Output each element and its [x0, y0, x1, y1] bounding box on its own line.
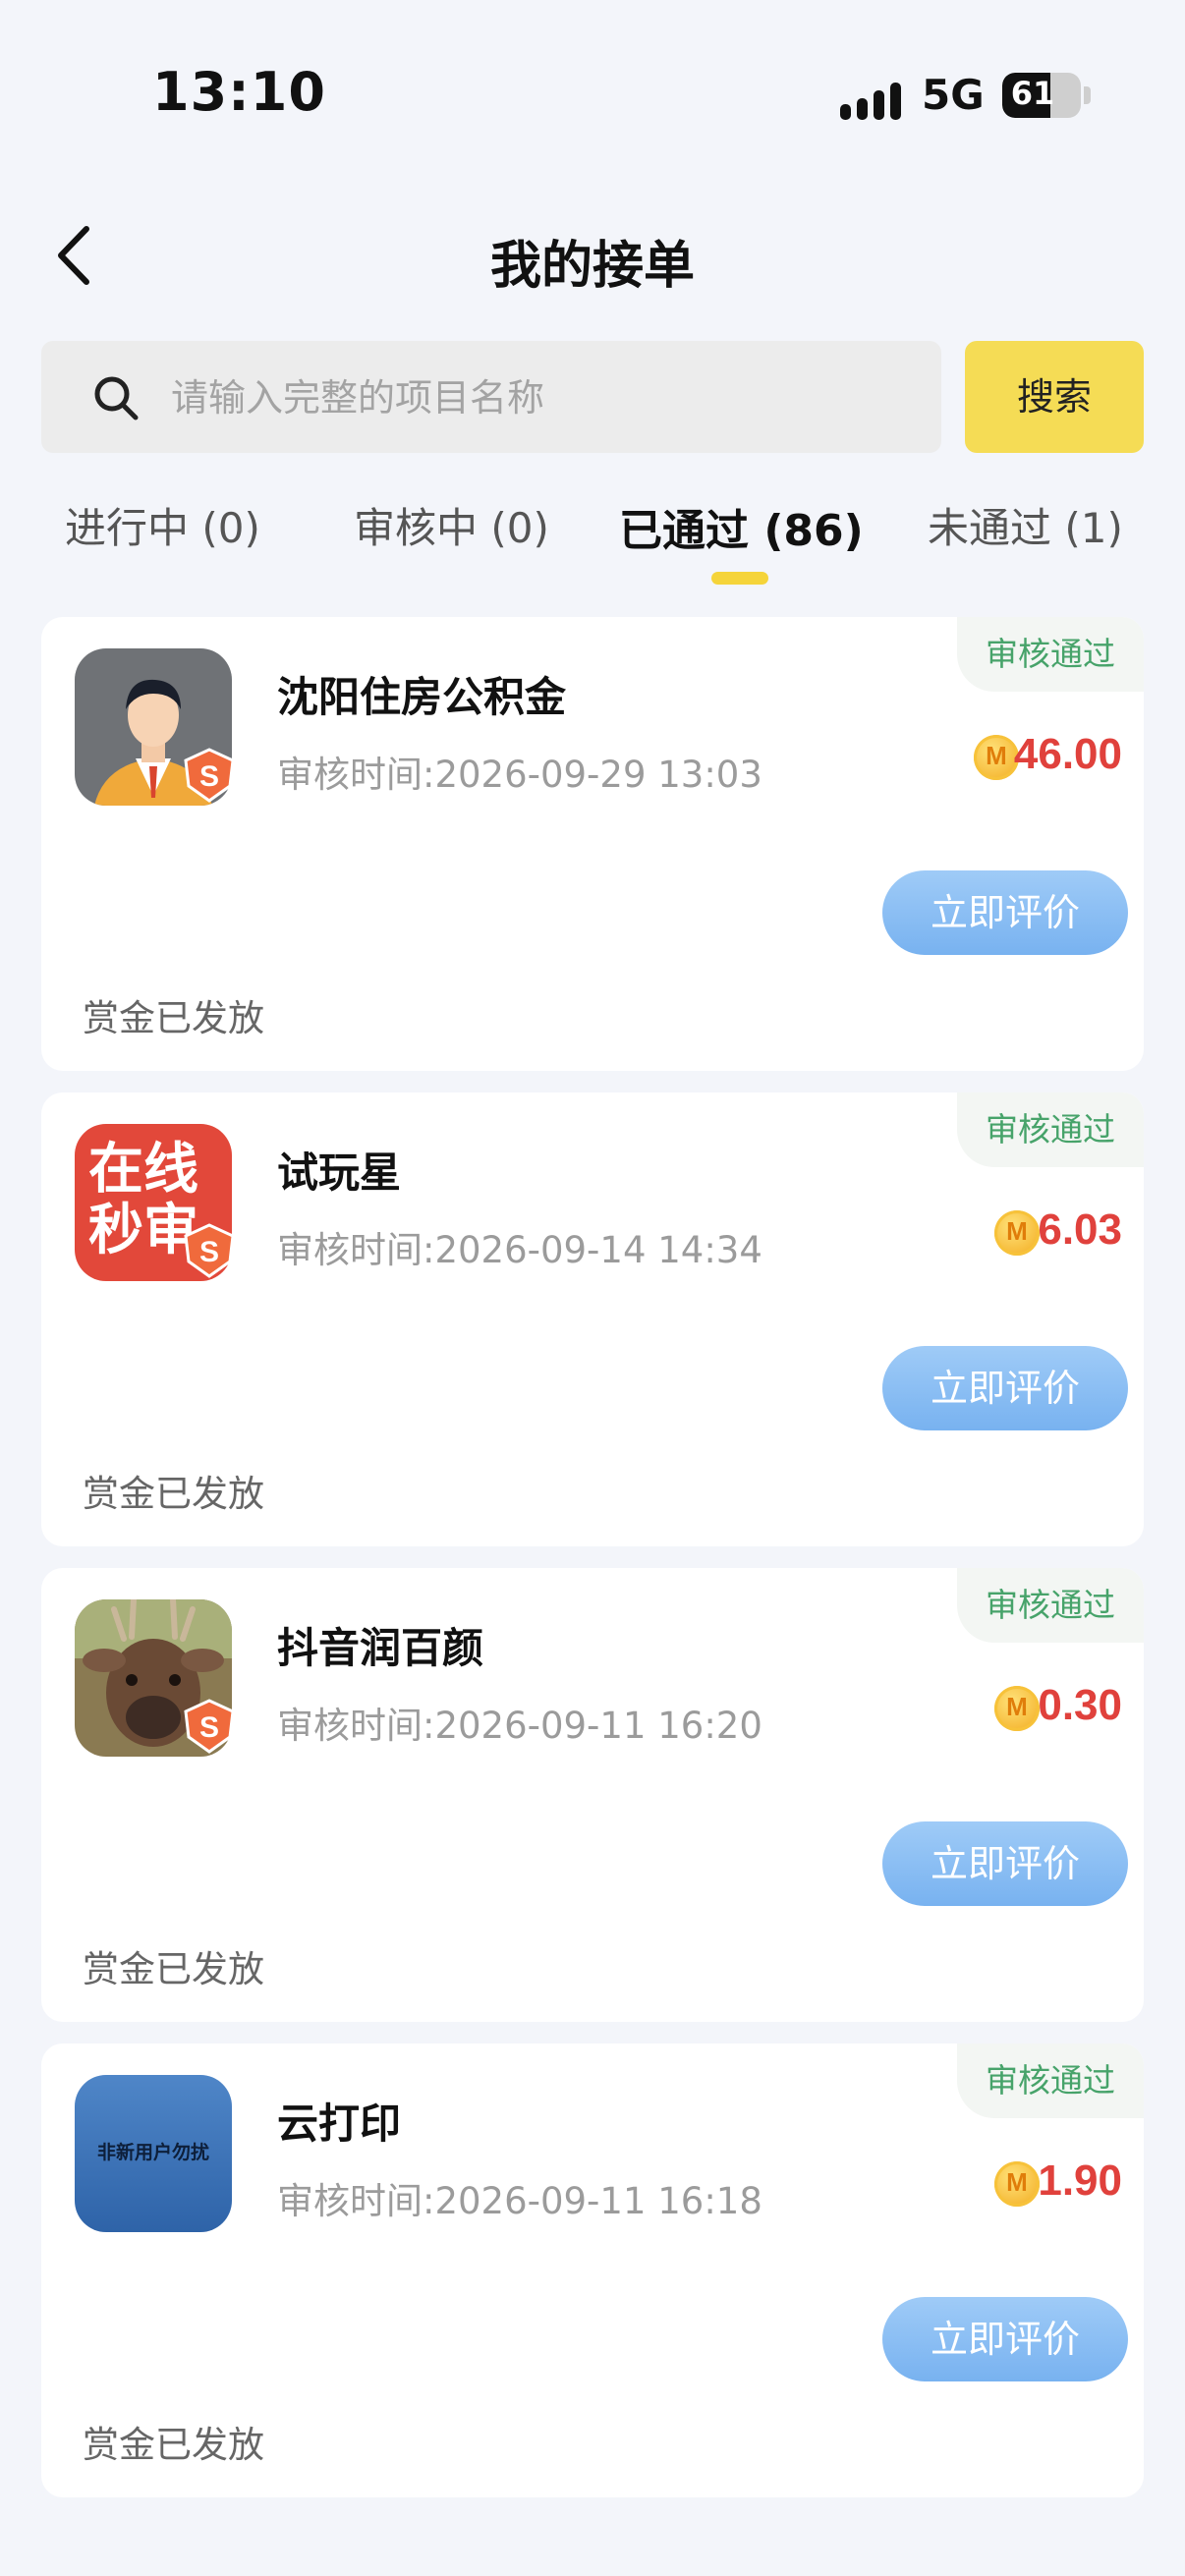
s-shield-icon: S [184, 1223, 235, 1278]
network-type: 5G [922, 71, 985, 119]
rate-now-button[interactable]: 立即评价 [882, 1821, 1128, 1906]
order-card[interactable]: 审核通过 非新用户勿扰 云打印 审核时间:2026-09-11 16:18 1.… [41, 2044, 1144, 2497]
search-input[interactable] [169, 361, 920, 435]
search-icon [94, 376, 139, 420]
coin-icon [994, 1686, 1040, 1731]
reward-amount: 46.00 [1013, 730, 1122, 778]
project-name: 云打印 [277, 2100, 402, 2148]
page-title: 我的接单 [489, 237, 695, 296]
project-name: 沈阳住房公积金 [277, 673, 567, 721]
rate-now-button[interactable]: 立即评价 [882, 2297, 1128, 2381]
search-button[interactable]: 搜索 [965, 341, 1144, 453]
project-name: 试玩星 [277, 1148, 402, 1197]
logo-text: 非新用户勿扰 [96, 2142, 209, 2163]
tab-indicator [711, 572, 768, 585]
battery-tip [1084, 86, 1091, 104]
reward-amount: 0.30 [1038, 1681, 1122, 1729]
review-time: 审核时间:2026-09-14 14:34 [277, 1229, 762, 1271]
search-bar [41, 341, 941, 453]
bounty-status: 赏金已发放 [83, 2424, 264, 2466]
review-time: 审核时间:2026-09-29 13:03 [277, 754, 762, 796]
s-shield-icon: S [184, 1699, 235, 1754]
reward-amount: 6.03 [1038, 1205, 1122, 1254]
svg-text:S: S [199, 1236, 219, 1268]
review-time: 审核时间:2026-09-11 16:20 [277, 1705, 762, 1747]
tab-under-review[interactable]: 审核中 (0) [354, 495, 549, 555]
battery-level: 61 [1010, 75, 1055, 112]
status-badge: 审核通过 [957, 1568, 1144, 1643]
rate-now-button[interactable]: 立即评价 [882, 870, 1128, 955]
battery-icon: 61 [1002, 73, 1081, 118]
s-shield-icon: S [184, 748, 235, 803]
project-name: 抖音润百颜 [277, 1624, 484, 1672]
tab-in-progress[interactable]: 进行中 (0) [65, 495, 260, 555]
status-time: 13:10 [152, 61, 326, 123]
svg-text:S: S [199, 760, 219, 793]
coin-icon [994, 2161, 1040, 2207]
rate-now-button[interactable]: 立即评价 [882, 1346, 1128, 1430]
tab-rejected[interactable]: 未通过 (1) [928, 495, 1123, 555]
status-bar: 13:10 5G 61 [0, 0, 1185, 177]
bounty-status: 赏金已发放 [83, 1948, 264, 1990]
status-badge: 审核通过 [957, 1092, 1144, 1167]
order-card[interactable]: 审核通过 S 抖音润百颜 审核时间:2026-09-11 16:20 0.30 … [41, 1568, 1144, 2022]
order-card[interactable]: 审核通过 在线秒审 S 试玩星 审核时间:2026-09-14 14:34 6.… [41, 1092, 1144, 1546]
bounty-status: 赏金已发放 [83, 997, 264, 1039]
tab-approved[interactable]: 已通过 (86) [619, 495, 864, 558]
reward-amount: 1.90 [1038, 2156, 1122, 2205]
cloud-print-logo-icon: 非新用户勿扰 [75, 2075, 232, 2232]
coin-icon [974, 735, 1019, 780]
status-badge: 审核通过 [957, 2044, 1144, 2118]
signal-icon [840, 81, 903, 120]
status-badge: 审核通过 [957, 617, 1144, 692]
svg-text:S: S [199, 1711, 219, 1744]
bounty-status: 赏金已发放 [83, 1473, 264, 1515]
status-tabs: 进行中 (0) 审核中 (0) 已通过 (86) 未通过 (1) [0, 481, 1185, 589]
coin-icon [994, 1210, 1040, 1256]
order-card[interactable]: 审核通过 S 沈阳住房公积金 审核时间:2026-09-29 13:03 46.… [41, 617, 1144, 1071]
review-time: 审核时间:2026-09-11 16:18 [277, 2180, 762, 2222]
